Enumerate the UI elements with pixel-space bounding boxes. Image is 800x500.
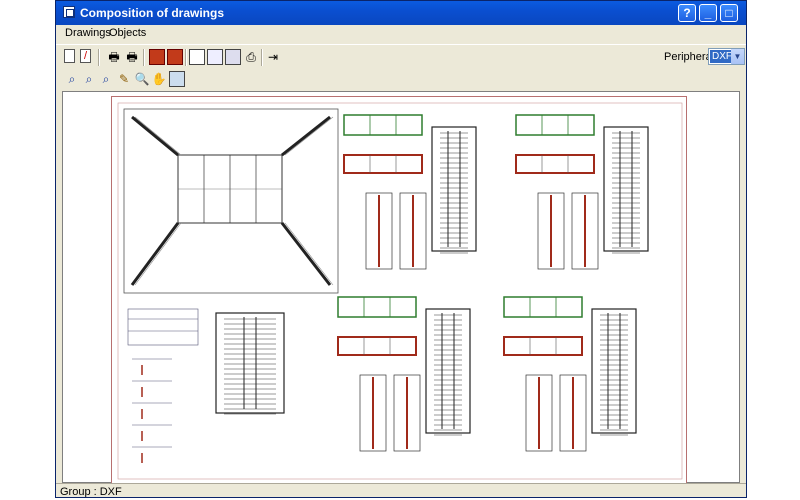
view-toolbar: ⌕ ⌕ ⌕ ✎ 🔍 ✋ — [56, 69, 746, 91]
drawing-line — [131, 115, 179, 157]
drawing-line — [281, 115, 331, 157]
toolbar-separator — [261, 49, 263, 66]
status-text: Group : DXF — [60, 486, 122, 498]
data-table — [215, 312, 285, 414]
print-setup-icon[interactable]: 🖶 — [124, 49, 140, 65]
menu-bar: Drawings Objects — [56, 25, 746, 44]
zoom-previous-icon[interactable]: ⌕ — [98, 71, 114, 87]
drawing-line — [284, 222, 334, 286]
title-bar[interactable]: Composition of drawings ? _ □ — [56, 1, 746, 25]
app-icon[interactable] — [63, 6, 75, 18]
maximize-button[interactable]: □ — [720, 4, 738, 22]
beam-green — [503, 296, 583, 318]
drawing-line — [284, 116, 334, 156]
drawing-line — [134, 222, 182, 286]
data-table — [431, 126, 477, 252]
data-table — [425, 308, 471, 434]
chevron-down-icon[interactable]: ▼ — [731, 49, 744, 64]
toolbar-separator — [98, 49, 100, 66]
window-title: Composition of drawings — [80, 6, 224, 20]
beam-red — [515, 154, 595, 174]
data-table — [591, 308, 637, 434]
redraw-icon[interactable]: ✎ — [116, 71, 132, 87]
beam-red — [343, 154, 423, 174]
beam-red — [337, 336, 417, 356]
printer-icon[interactable]: ⎙ — [243, 49, 259, 65]
schedule-block — [127, 308, 199, 346]
menu-drawings[interactable]: Drawings — [65, 27, 111, 39]
new-icon[interactable] — [64, 49, 75, 63]
beam-green — [515, 114, 595, 136]
toolbar-separator — [185, 49, 187, 66]
zoom-all-icon[interactable]: ⌕ — [64, 71, 80, 87]
drawing-sheet — [111, 96, 687, 484]
peripherals-select[interactable]: DXF ▼ — [708, 48, 745, 65]
toolbar-separator — [143, 49, 145, 66]
zoom-icon[interactable]: 🔍 — [134, 71, 150, 87]
minimize-button[interactable]: _ — [699, 4, 717, 22]
drawing-line — [130, 222, 180, 286]
delete-icon[interactable]: / — [80, 49, 91, 63]
zoom-window-icon[interactable]: ⌕ — [81, 71, 97, 87]
export-icon[interactable] — [167, 49, 183, 65]
data-table — [603, 126, 649, 252]
composition-drawing — [117, 102, 683, 480]
properties-icon[interactable] — [169, 71, 185, 87]
print-icon[interactable]: 🖶 — [106, 49, 122, 65]
help-button[interactable]: ? — [678, 4, 696, 22]
beam-green — [337, 296, 417, 318]
beam-red — [503, 336, 583, 356]
exit-icon[interactable]: ⇥ — [265, 49, 281, 65]
layout-icon[interactable] — [189, 49, 205, 65]
drawing-line — [134, 116, 182, 156]
drawing-icon[interactable] — [225, 49, 241, 65]
import-icon[interactable] — [149, 49, 165, 65]
beam-green — [343, 114, 423, 136]
application-window: Composition of drawings ? _ □ Drawings O… — [55, 0, 747, 498]
menu-objects[interactable]: Objects — [109, 27, 146, 39]
sheet-inner-border — [117, 102, 683, 480]
page-icon[interactable] — [207, 49, 223, 65]
pan-icon[interactable]: ✋ — [151, 71, 167, 87]
drawing-line — [280, 222, 332, 286]
main-toolbar: / 🖶 🖶 ⎙ ⇥ Peripherals DXF ▼ — [56, 44, 746, 70]
status-bar: Group : DXF — [56, 483, 746, 498]
drawing-canvas[interactable] — [62, 91, 740, 484]
